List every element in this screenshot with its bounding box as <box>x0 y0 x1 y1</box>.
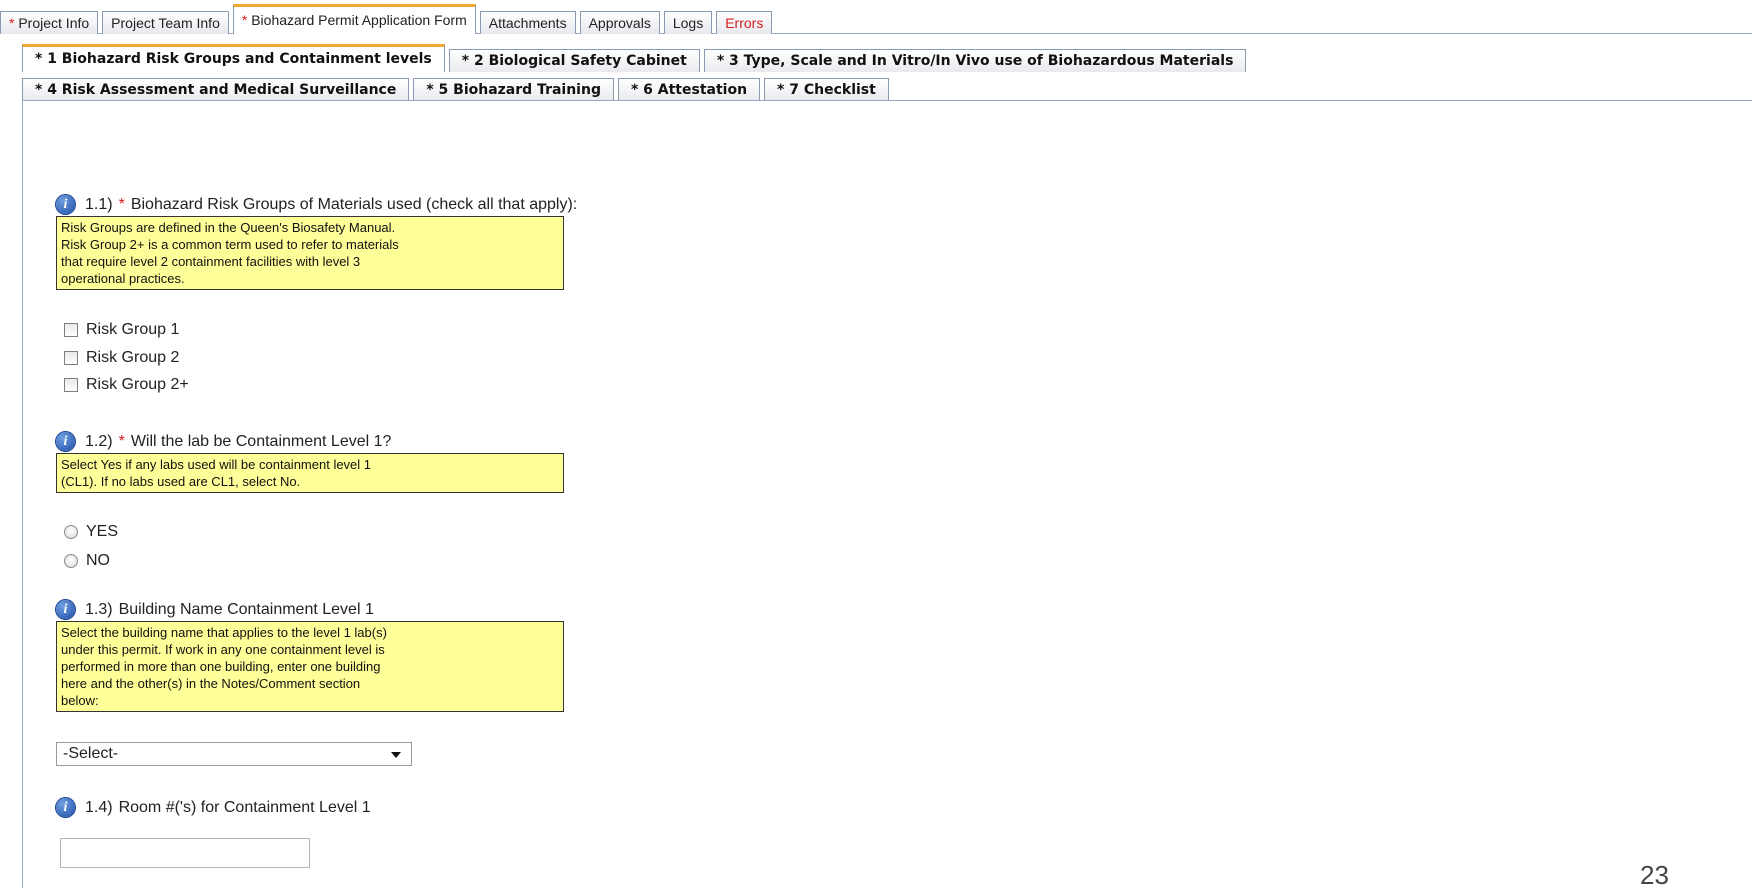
tab-label: Project Team Info <box>111 15 220 31</box>
radio-button[interactable] <box>64 525 78 539</box>
section-tab-row-2: * 4 Risk Assessment and Medical Surveill… <box>22 75 893 101</box>
help-note-1-2: Select Yes if any labs used will be cont… <box>56 453 564 493</box>
help-line: here and the other(s) in the Notes/Comme… <box>61 676 361 691</box>
radio-yes[interactable]: YES <box>64 523 118 541</box>
question-1-4: i 1.4) Room #('s) for Containment Level … <box>56 798 371 817</box>
radio-label: NO <box>86 552 110 569</box>
checkbox[interactable] <box>64 323 78 337</box>
help-line: Select the building name that applies to… <box>61 625 387 640</box>
section-tab-row-1: * 1 Biohazard Risk Groups and Containmen… <box>22 44 1250 72</box>
help-line: that require level 2 containment facilit… <box>61 254 361 269</box>
tab-section-6[interactable]: * 6 Attestation <box>617 78 761 101</box>
question-1-1: i 1.1) * Biohazard Risk Groups of Materi… <box>56 195 577 214</box>
building-name-select[interactable]: -Select- <box>56 742 412 766</box>
chevron-down-icon <box>391 752 401 758</box>
info-icon[interactable]: i <box>56 600 75 619</box>
help-line: Risk Group 2+ is a common term used to r… <box>61 237 399 252</box>
tab-section-4[interactable]: * 4 Risk Assessment and Medical Surveill… <box>22 78 410 101</box>
tab-section-1[interactable]: * 1 Biohazard Risk Groups and Containmen… <box>22 44 445 72</box>
checkbox-risk-group-2[interactable]: Risk Group 2 <box>64 349 179 367</box>
page-number: 23 <box>1640 860 1669 890</box>
help-note-1-3: Select the building name that applies to… <box>56 621 564 712</box>
tab-logs[interactable]: Logs <box>663 11 713 34</box>
question-1-3: i 1.3) Building Name Containment Level 1 <box>56 600 374 619</box>
help-line: Select Yes if any labs used will be cont… <box>61 457 372 472</box>
question-number: 1.2) <box>85 432 113 450</box>
tab-label: Errors <box>725 15 764 31</box>
question-label: Will the lab be Containment Level 1? <box>130 432 392 450</box>
checkbox-label: Risk Group 2+ <box>86 376 189 393</box>
question-1-2: i 1.2) * Will the lab be Containment Lev… <box>56 432 391 451</box>
help-line: (CL1). If no labs used are CL1, select N… <box>61 474 301 489</box>
required-marker: * <box>9 15 15 31</box>
checkbox[interactable] <box>64 351 78 365</box>
checkbox[interactable] <box>64 378 78 392</box>
question-number: 1.1) <box>85 195 113 213</box>
help-line: operational practices. <box>61 271 185 286</box>
room-number-input[interactable] <box>60 838 310 868</box>
tab-section-5[interactable]: * 5 Biohazard Training <box>413 78 614 101</box>
top-tab-bar: * Project Info Project Team Info * Bioha… <box>0 4 1752 34</box>
question-label: Biohazard Risk Groups of Materials used … <box>130 195 578 213</box>
tab-biohazard-permit-application-form[interactable]: * Biohazard Permit Application Form <box>232 4 476 34</box>
question-label: Room #('s) for Containment Level 1 <box>118 798 371 816</box>
tab-section-3[interactable]: * 3 Type, Scale and In Vitro/In Vivo use… <box>703 49 1247 72</box>
question-label: Building Name Containment Level 1 <box>118 600 374 618</box>
select-value: -Select- <box>63 745 119 762</box>
checkbox-risk-group-1[interactable]: Risk Group 1 <box>64 321 179 339</box>
help-line: under this permit. If work in any one co… <box>61 642 385 657</box>
required-marker: * <box>118 195 125 213</box>
question-number: 1.3) <box>85 600 113 618</box>
radio-label: YES <box>86 523 119 540</box>
required-marker: * <box>118 432 125 450</box>
required-marker: * <box>241 12 248 28</box>
help-line: performed in more than one building, ent… <box>61 659 381 674</box>
info-icon[interactable]: i <box>56 432 75 451</box>
help-line: Risk Groups are defined in the Queen's B… <box>61 220 396 235</box>
tab-section-7[interactable]: * 7 Checklist <box>764 78 889 101</box>
tab-label: Project Info <box>18 15 90 31</box>
info-icon[interactable]: i <box>56 798 75 817</box>
tab-errors[interactable]: Errors <box>716 11 773 34</box>
tab-approvals[interactable]: Approvals <box>579 11 660 34</box>
checkbox-label: Risk Group 2 <box>86 349 180 366</box>
tab-attachments[interactable]: Attachments <box>479 11 576 34</box>
tab-label: Attachments <box>488 15 567 31</box>
tab-label: Logs <box>672 15 704 31</box>
tab-project-team-info[interactable]: Project Team Info <box>102 11 229 34</box>
checkbox-label: Risk Group 1 <box>86 321 180 338</box>
tab-project-info[interactable]: * Project Info <box>0 11 99 34</box>
checkbox-risk-group-2plus[interactable]: Risk Group 2+ <box>64 376 189 394</box>
radio-button[interactable] <box>64 554 78 568</box>
tab-label: Approvals <box>588 15 651 31</box>
tab-label: Biohazard Permit Application Form <box>251 12 467 28</box>
question-number: 1.4) <box>85 798 113 816</box>
help-line: below: <box>61 693 99 708</box>
help-note-1-1: Risk Groups are defined in the Queen's B… <box>56 216 564 290</box>
info-icon[interactable]: i <box>56 195 75 214</box>
tab-section-2[interactable]: * 2 Biological Safety Cabinet <box>448 49 700 72</box>
radio-no[interactable]: NO <box>64 552 110 570</box>
